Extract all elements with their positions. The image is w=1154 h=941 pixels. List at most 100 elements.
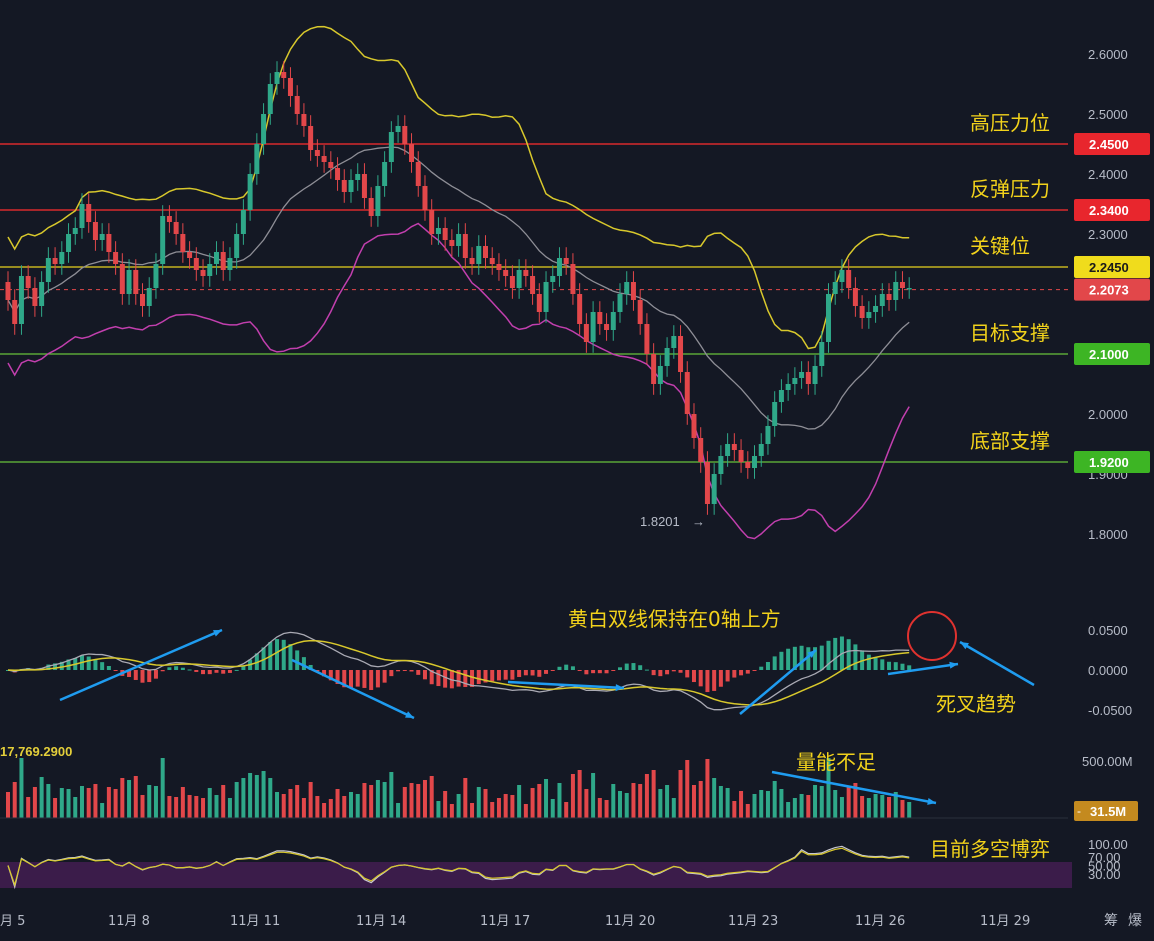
- price-tick-label: 2.0000: [1088, 407, 1128, 422]
- macd-histogram-bar: [678, 670, 683, 673]
- volume-bar: [348, 792, 353, 818]
- candle-body: [563, 258, 569, 264]
- macd-histogram-bar: [517, 670, 522, 677]
- volume-bar: [227, 798, 232, 818]
- macd-histogram-bar: [207, 670, 212, 675]
- candle-body: [442, 228, 448, 240]
- candle-body: [449, 240, 455, 246]
- volume-bar: [685, 760, 690, 818]
- volume-bar: [106, 787, 111, 818]
- candle-body: [738, 450, 744, 462]
- candle-body: [556, 258, 562, 276]
- candle-body: [227, 258, 233, 270]
- volume-bar: [752, 794, 757, 818]
- macd-histogram-bar: [833, 637, 838, 670]
- candle-body: [32, 288, 38, 306]
- volume-bar: [557, 783, 562, 818]
- volume-bar: [140, 795, 145, 818]
- volume-bar: [167, 796, 172, 818]
- candle-body: [536, 294, 542, 312]
- level-annotation: 高压力位: [970, 111, 1050, 135]
- macd-histogram-bar: [739, 670, 744, 676]
- macd-histogram-bar: [396, 670, 401, 672]
- volume-bar: [718, 786, 723, 818]
- macd-histogram-bar: [295, 650, 300, 670]
- volume-bar: [638, 784, 643, 818]
- volume-bar: [591, 773, 596, 818]
- macd-histogram-bar: [819, 645, 824, 670]
- candle-body: [772, 402, 778, 426]
- chart-svg[interactable]: 2.60002.50002.40002.30002.00001.90001.80…: [0, 0, 1154, 936]
- macd-histogram-bar: [907, 665, 912, 670]
- macd-histogram-bar: [799, 645, 804, 670]
- macd-histogram-bar: [718, 670, 723, 687]
- low-arrow-icon: →: [692, 514, 705, 529]
- volume-bar: [335, 789, 340, 818]
- chart-background: [0, 0, 1154, 936]
- macd-histogram-bar: [537, 670, 542, 677]
- macd-histogram-bar: [443, 670, 448, 688]
- macd-histogram-bar: [133, 670, 138, 680]
- candle-body: [530, 276, 536, 294]
- candle-body: [825, 294, 831, 342]
- volume-bar: [443, 791, 448, 818]
- time-tick-label: 11月 29: [980, 914, 1030, 929]
- macd-histogram-bar: [665, 670, 670, 675]
- volume-bar: [39, 777, 44, 818]
- chip-icon[interactable]: 筹: [1104, 912, 1118, 928]
- macd-main-annotation: 黄白双线保持在0轴上方: [568, 607, 781, 631]
- volume-bar: [577, 770, 582, 818]
- macd-histogram-bar: [644, 669, 649, 671]
- macd-histogram-bar: [422, 670, 427, 680]
- volume-bar: [275, 792, 280, 818]
- volume-current-dash: -: [1077, 804, 1081, 818]
- candle-body: [637, 300, 643, 324]
- candle-body: [45, 258, 51, 282]
- candle-body: [193, 258, 199, 270]
- volume-bar: [819, 786, 824, 818]
- volume-bar: [133, 776, 138, 818]
- candle-body: [308, 126, 314, 150]
- volume-bar: [678, 770, 683, 818]
- volume-bar: [127, 780, 132, 818]
- candle-body: [852, 288, 858, 306]
- candle-body: [597, 312, 603, 324]
- macd-histogram-bar: [288, 644, 293, 670]
- candle-body: [604, 324, 610, 330]
- volume-bar: [866, 798, 871, 818]
- macd-histogram-bar: [147, 670, 152, 683]
- volume-bar: [476, 787, 481, 818]
- volume-bar: [362, 783, 367, 818]
- candle-body: [899, 282, 905, 288]
- time-tick-label: 11月 11: [230, 914, 280, 929]
- candle-body: [832, 282, 838, 294]
- candle-body: [79, 204, 85, 228]
- macd-histogram-bar: [611, 670, 616, 672]
- volume-bar: [160, 758, 165, 818]
- volume-bar: [665, 785, 670, 818]
- volume-bar: [301, 798, 306, 818]
- candle-body: [590, 312, 596, 342]
- candle-body: [550, 276, 556, 282]
- burst-icon[interactable]: 爆: [1128, 912, 1142, 928]
- price-tick-label: 1.8000: [1088, 527, 1128, 542]
- macd-histogram-bar: [281, 639, 286, 670]
- level-badge-label: 2.2450: [1089, 260, 1129, 275]
- macd-histogram-bar: [705, 670, 710, 693]
- price-tick-label: 2.3000: [1088, 227, 1128, 242]
- macd-histogram-bar: [893, 662, 898, 670]
- candle-body: [234, 234, 240, 258]
- volume-bar: [537, 784, 542, 818]
- chart-container[interactable]: 2.6000 2.5000 2.4000 2.3000 2.0000 1.9000 1.80…: [0, 0, 1154, 936]
- volume-bar: [100, 803, 105, 818]
- candle-body: [119, 264, 125, 294]
- macd-histogram-bar: [624, 663, 629, 670]
- macd-histogram-bar: [853, 644, 858, 670]
- candle-body: [261, 114, 267, 144]
- macd-histogram-bar: [389, 670, 394, 677]
- candle-body: [240, 210, 246, 234]
- volume-bar: [180, 787, 185, 818]
- candle-body: [166, 216, 172, 222]
- volume-bar: [194, 796, 199, 818]
- volume-bar: [221, 785, 226, 818]
